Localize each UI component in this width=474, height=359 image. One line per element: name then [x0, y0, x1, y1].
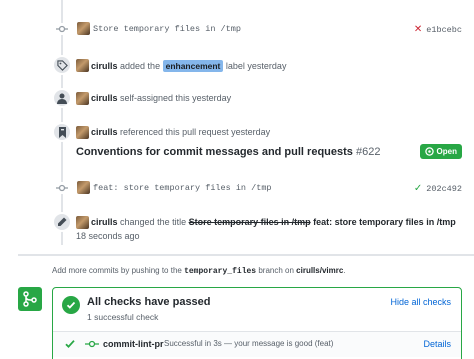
timeline-label-event: cirulls added the enhancement label yest… — [0, 55, 474, 77]
hide-all-checks-link[interactable]: Hide all checks — [390, 297, 451, 307]
person-icon — [52, 88, 72, 108]
commit-sha-text[interactable]: e1bcebc — [426, 25, 462, 35]
tag-icon — [52, 55, 72, 75]
referenced-pr-number[interactable]: #622 — [356, 146, 380, 158]
hint-text-pre: Add more commits by pushing to the — [52, 266, 182, 275]
checks-panel: All checks have passed 1 successful chec… — [52, 287, 462, 359]
avatar[interactable] — [76, 216, 89, 229]
commit-icon — [56, 182, 68, 194]
rename-event-text: cirulls changed the title Store temporar… — [91, 217, 456, 227]
event-text-pre: changed the title — [120, 217, 187, 227]
push-hint: Add more commits by pushing to the tempo… — [52, 266, 346, 276]
avatar[interactable] — [76, 59, 89, 72]
check-description: Successful in 3s — your message is good … — [164, 339, 334, 348]
assign-event-text: cirulls self-assigned this yesterday — [91, 93, 231, 103]
referenced-pr-title[interactable]: Conventions for commit messages and pull… — [76, 146, 380, 158]
event-text: referenced this pull request yesterday — [120, 127, 271, 137]
pencil-icon — [52, 212, 72, 232]
actor-link[interactable]: cirulls — [91, 217, 118, 227]
pr-state-badge: Open — [419, 144, 462, 159]
avatar[interactable] — [76, 126, 89, 139]
check-name: commit-lint-pr — [103, 339, 164, 349]
commit-message-link[interactable]: feat: store temporary files in /tmp — [93, 183, 272, 193]
timeline-assign-event: cirulls self-assigned this yesterday — [0, 88, 474, 110]
timeline-divider — [18, 254, 474, 256]
commit-sha[interactable]: ✕ e1bcebc — [414, 24, 462, 35]
event-text-post: label yesterday — [225, 61, 287, 71]
pr-state-text: Open — [436, 147, 457, 156]
new-title: feat: store temporary files in /tmp — [313, 217, 456, 227]
timeline-commit-item: Store temporary files in /tmp ✕ e1bcebc — [0, 20, 474, 38]
git-commit-app-icon — [85, 338, 99, 353]
check-details-link[interactable]: Details — [423, 339, 451, 349]
label-event-text: cirulls added the enhancement label yest… — [91, 60, 286, 72]
open-pr-icon — [424, 147, 434, 156]
avatar[interactable] — [77, 181, 90, 194]
timeline-reference-event: cirulls referenced this pull request yes… — [0, 122, 474, 162]
hint-text-post: . — [343, 266, 346, 275]
commit-sha[interactable]: ✓ 202c492 — [414, 183, 462, 194]
reference-event-text: cirulls referenced this pull request yes… — [91, 127, 270, 137]
avatar[interactable] — [76, 92, 89, 105]
actor-link[interactable]: cirulls — [91, 93, 118, 103]
commit-message-link[interactable]: Store temporary files in /tmp — [93, 24, 241, 34]
hint-text-mid: branch on — [258, 266, 294, 275]
avatar[interactable] — [77, 22, 90, 35]
commit-icon — [56, 23, 68, 35]
timeline-commit-item: feat: store temporary files in /tmp ✓ 20… — [0, 179, 474, 197]
check-row: commit-lint-pr Successful in 3s — your m… — [53, 331, 461, 357]
label-badge[interactable]: enhancement — [162, 60, 224, 72]
actor-link[interactable]: cirulls — [91, 61, 118, 71]
branch-name: temporary_files — [184, 267, 257, 276]
actor-link[interactable]: cirulls — [91, 127, 118, 137]
old-title: Store temporary files in /tmp — [188, 217, 311, 227]
x-icon[interactable]: ✕ — [414, 24, 422, 35]
git-merge-icon — [18, 287, 42, 311]
commit-sha-text[interactable]: 202c492 — [426, 184, 462, 194]
checks-title: All checks have passed — [87, 296, 211, 308]
checks-header: All checks have passed 1 successful chec… — [53, 288, 461, 330]
checks-subtitle: 1 successful check — [87, 312, 159, 322]
check-icon[interactable]: ✓ — [414, 183, 422, 194]
event-timestamp[interactable]: 18 seconds ago — [76, 231, 140, 241]
check-icon — [65, 339, 75, 352]
timeline-rename-event: cirulls changed the title Store temporar… — [0, 212, 474, 244]
check-circle-icon — [62, 296, 80, 314]
event-text: self-assigned this yesterday — [120, 93, 232, 103]
referenced-pr-title-text[interactable]: Conventions for commit messages and pull… — [76, 146, 353, 158]
event-text-pre: added the — [120, 61, 161, 71]
bookmark-icon — [52, 122, 72, 142]
repo-link[interactable]: cirulls/vimrc — [296, 266, 343, 275]
